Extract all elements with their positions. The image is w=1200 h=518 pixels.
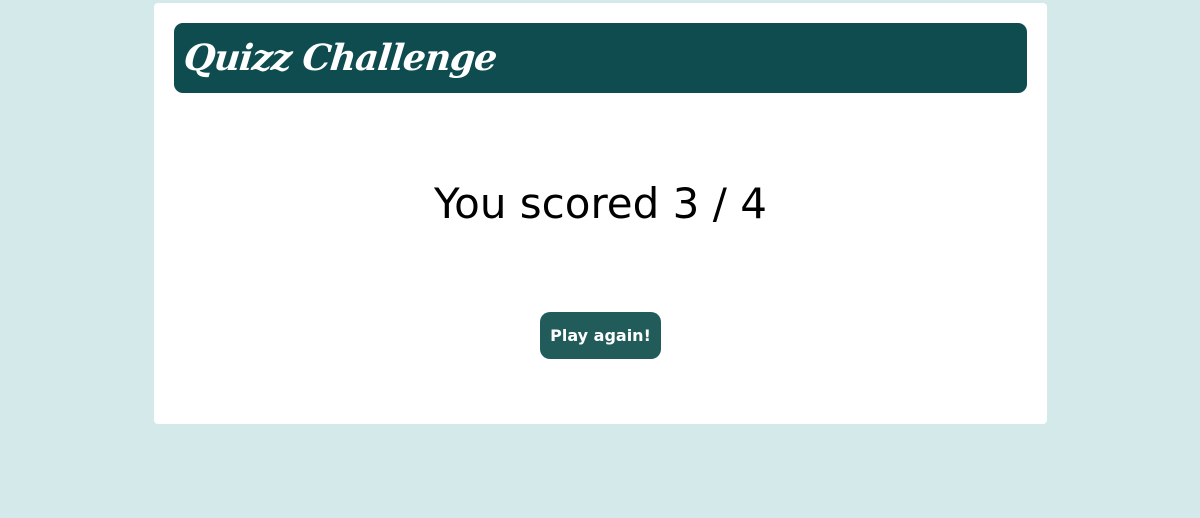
quiz-card: Quizz Challenge You scored 3 / 4 Play ag… bbox=[154, 3, 1047, 424]
app-title: Quizz Challenge bbox=[181, 37, 499, 79]
app-header: Quizz Challenge bbox=[174, 23, 1027, 93]
play-again-button[interactable]: Play again! bbox=[540, 312, 661, 359]
score-text: You scored 3 / 4 bbox=[434, 179, 767, 228]
